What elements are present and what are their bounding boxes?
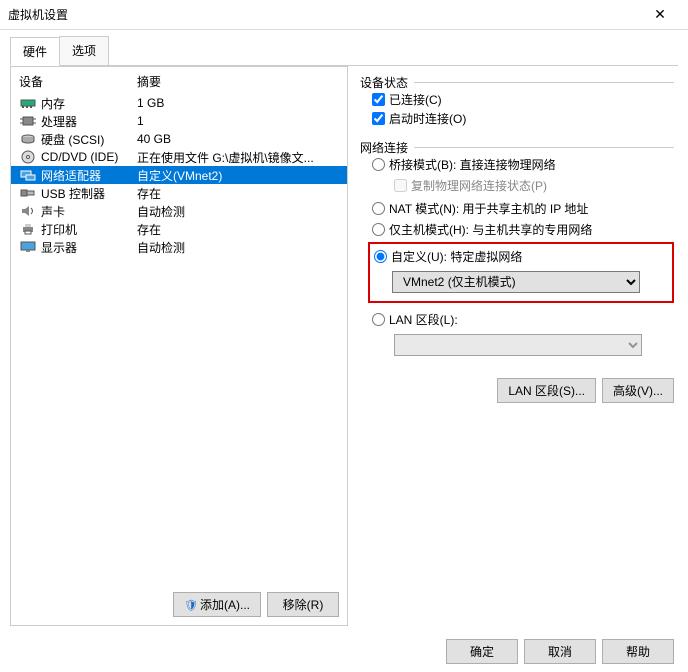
device-summary: 正在使用文件 G:\虚拟机\镜像文... [137,149,347,166]
hostonly-radio-row[interactable]: 仅主机模式(H): 与主机共享的专用网络 [372,221,674,238]
device-row-printer[interactable]: 打印机存在 [11,220,347,238]
device-state-title: 设备状态 [360,74,408,91]
device-table-header: 设备 摘要 [11,73,347,94]
cd-icon [19,149,37,165]
device-state-group: 设备状态 已连接(C) 启动时连接(O) [360,74,674,127]
custom-vmnet-select[interactable]: VMnet2 (仅主机模式) [392,271,640,293]
device-name: 显示器 [41,239,137,256]
sound-icon [19,203,37,219]
connected-checkbox[interactable] [372,93,385,106]
connect-at-power-row[interactable]: 启动时连接(O) [372,110,674,127]
network-connection-group: 网络连接 桥接模式(B): 直接连接物理网络 复制物理网络连接状态(P) NAT… [360,139,674,356]
connect-at-power-checkbox[interactable] [372,112,385,125]
device-summary: 40 GB [137,132,347,146]
device-summary: 存在 [137,221,347,238]
tab-strip: 硬件 选项 [10,36,678,66]
device-name: 声卡 [41,203,137,220]
printer-icon [19,221,37,237]
network-connection-title: 网络连接 [360,139,408,156]
device-name: 硬盘 (SCSI) [41,131,137,148]
device-row-sound[interactable]: 声卡自动检测 [11,202,347,220]
help-button[interactable]: 帮助 [602,639,674,664]
device-row-disk[interactable]: 硬盘 (SCSI)40 GB [11,130,347,148]
custom-radio[interactable] [374,250,387,263]
device-summary: 自定义(VMnet2) [137,167,347,184]
device-summary: 自动检测 [137,239,347,256]
replicate-checkbox [394,179,407,192]
display-icon [19,239,37,255]
device-summary: 存在 [137,185,347,202]
shield-icon: 🛡 [184,600,198,612]
device-name: 处理器 [41,113,137,130]
bridged-radio[interactable] [372,158,385,171]
col-summary: 摘要 [137,73,347,90]
device-row-cpu[interactable]: 处理器1 [11,112,347,130]
lan-segment-radio[interactable] [372,313,385,326]
bridged-radio-row[interactable]: 桥接模式(B): 直接连接物理网络 [372,156,674,173]
dialog-title: 虚拟机设置 [8,6,640,23]
close-button[interactable]: ✕ [640,1,680,29]
replicate-checkbox-row: 复制物理网络连接状态(P) [394,177,674,194]
device-summary: 1 [137,114,347,128]
device-row-display[interactable]: 显示器自动检测 [11,238,347,256]
memory-icon [19,95,37,111]
device-row-net[interactable]: 网络适配器自定义(VMnet2) [11,166,347,184]
cpu-icon [19,113,37,129]
device-summary: 自动检测 [137,203,347,220]
lan-segment-radio-row[interactable]: LAN 区段(L): [372,311,674,328]
device-list-panel: 设备 摘要 内存1 GB处理器1硬盘 (SCSI)40 GBCD/DVD (ID… [10,66,348,626]
device-name: 打印机 [41,221,137,238]
custom-highlight-box: 自定义(U): 特定虚拟网络 VMnet2 (仅主机模式) [368,242,674,303]
add-device-button[interactable]: 🛡添加(A)... [173,592,261,617]
lan-segments-button[interactable]: LAN 区段(S)... [497,378,596,403]
dialog-footer: 确定 取消 帮助 [446,639,674,664]
col-device: 设备 [19,73,137,90]
tab-hardware[interactable]: 硬件 [10,37,60,66]
nat-radio-row[interactable]: NAT 模式(N): 用于共享主机的 IP 地址 [372,200,674,217]
hostonly-radio[interactable] [372,223,385,236]
lan-segment-select [394,334,642,356]
net-icon [19,167,37,183]
cancel-button[interactable]: 取消 [524,639,596,664]
advanced-button[interactable]: 高级(V)... [602,378,674,403]
ok-button[interactable]: 确定 [446,639,518,664]
nat-radio[interactable] [372,202,385,215]
device-name: CD/DVD (IDE) [41,150,137,164]
remove-device-button[interactable]: 移除(R) [267,592,339,617]
device-summary: 1 GB [137,96,347,110]
device-name: 网络适配器 [41,167,137,184]
device-row-memory[interactable]: 内存1 GB [11,94,347,112]
title-bar: 虚拟机设置 ✕ [0,0,688,30]
device-row-cd[interactable]: CD/DVD (IDE)正在使用文件 G:\虚拟机\镜像文... [11,148,347,166]
disk-icon [19,131,37,147]
tab-options[interactable]: 选项 [59,36,109,65]
device-name: 内存 [41,95,137,112]
custom-radio-row[interactable]: 自定义(U): 特定虚拟网络 [374,248,666,265]
device-name: USB 控制器 [41,185,137,202]
usb-icon [19,185,37,201]
settings-panel: 设备状态 已连接(C) 启动时连接(O) 网络连接 桥接模式(B): 直接连接物… [356,66,678,626]
device-row-usb[interactable]: USB 控制器存在 [11,184,347,202]
connected-checkbox-row[interactable]: 已连接(C) [372,91,674,108]
